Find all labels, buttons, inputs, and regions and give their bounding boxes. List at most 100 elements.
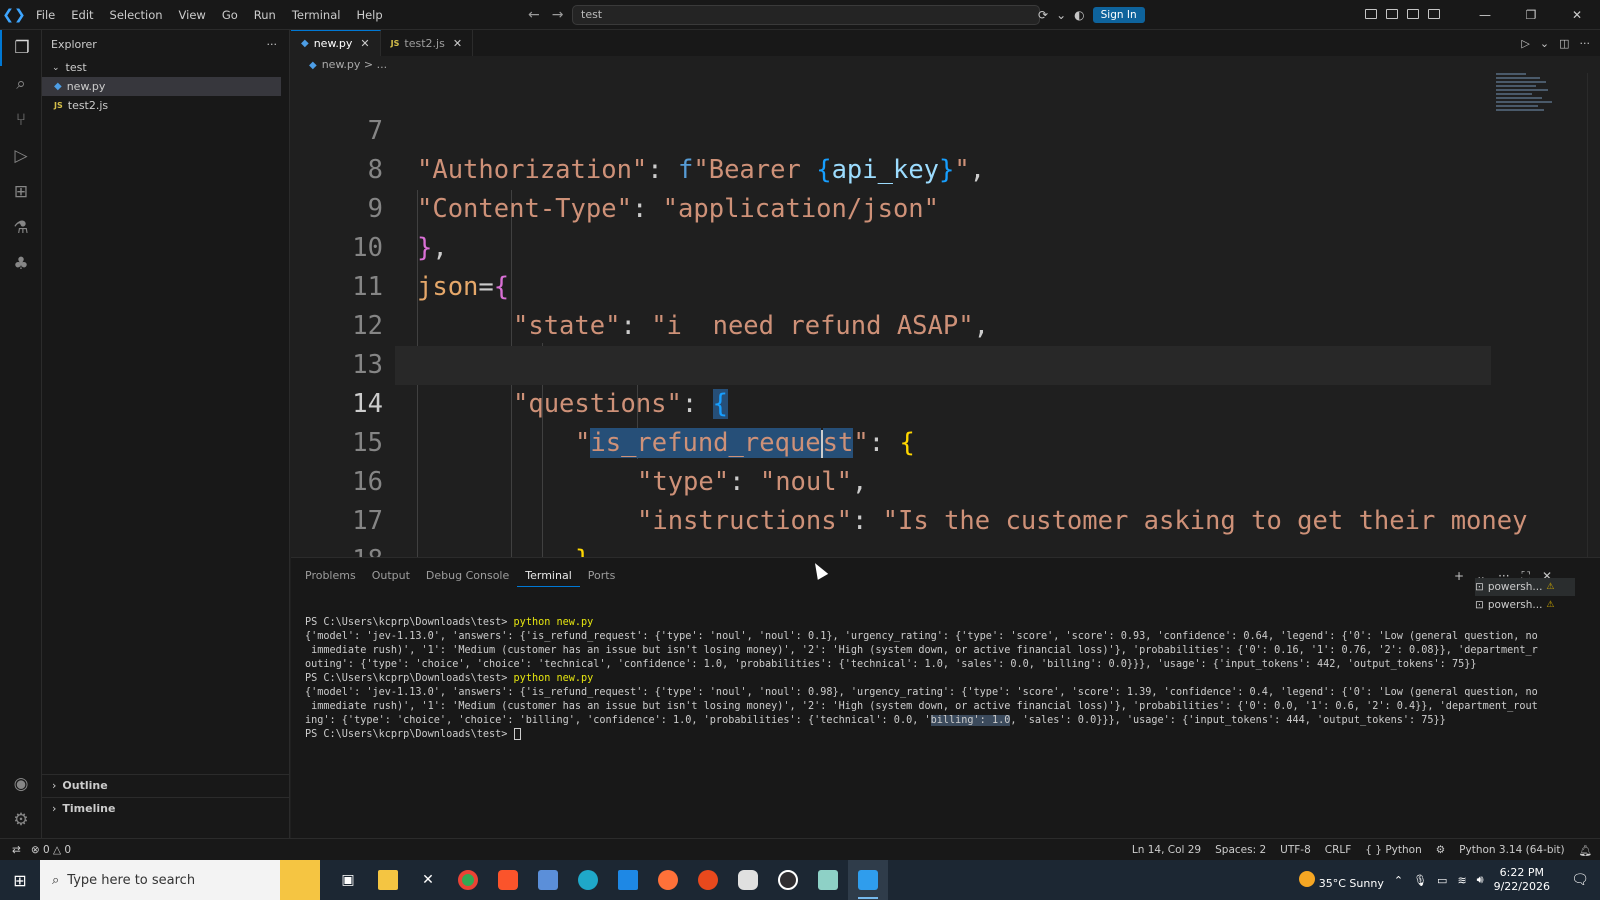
source-control-icon[interactable]: ⑂ xyxy=(0,102,42,138)
edge-icon[interactable] xyxy=(568,860,608,900)
split-editor-icon[interactable]: ◫ xyxy=(1559,37,1569,50)
brave-icon[interactable] xyxy=(488,860,528,900)
code-editor[interactable]: 7 "Authorization": f"Bearer {api_key}", … xyxy=(291,73,1587,557)
gear-icon[interactable]: ⚙ xyxy=(0,802,42,838)
volume-icon[interactable]: 🔊︎ xyxy=(1477,873,1484,887)
tab-problems[interactable]: Problems xyxy=(297,566,364,586)
editor-scrollbar[interactable] xyxy=(1587,73,1600,557)
toggle-sidebar-icon[interactable] xyxy=(1386,9,1398,19)
weather-widget[interactable]: 35°C Sunny xyxy=(1299,870,1384,890)
vscode-taskbar-icon[interactable] xyxy=(848,860,888,900)
display-icon[interactable]: ▭ xyxy=(1437,874,1447,887)
minimap[interactable] xyxy=(1496,73,1556,153)
tab-output[interactable]: Output xyxy=(364,566,418,586)
remote-icon[interactable]: ⇄ xyxy=(12,844,21,856)
notification-icon[interactable]: 🗨︎ xyxy=(1560,872,1600,888)
terminal-entry[interactable]: ⊡ powersh... ⚠ xyxy=(1475,596,1575,614)
x-app-icon[interactable]: ✕ xyxy=(408,860,448,900)
app-icon-cloud[interactable] xyxy=(728,860,768,900)
terminal-line: {'model': 'jev-1.13.0', 'answers': {'is_… xyxy=(305,631,1538,642)
tab-ports[interactable]: Ports xyxy=(580,566,624,586)
menu-selection[interactable]: Selection xyxy=(102,0,171,30)
bottom-panel: Problems Output Debug Console Terminal P… xyxy=(291,557,1600,838)
sign-in-button[interactable]: Sign In xyxy=(1092,7,1145,23)
menu-view[interactable]: View xyxy=(171,0,214,30)
line-ending[interactable]: CRLF xyxy=(1325,844,1352,856)
clock[interactable]: 6:22 PM 9/22/2026 xyxy=(1494,866,1550,894)
run-debug-icon[interactable]: ▷ xyxy=(0,138,42,174)
explorer-icon[interactable]: ❐ xyxy=(0,30,42,66)
file-new-py[interactable]: ◆ new.py xyxy=(42,77,281,96)
copilot-icon[interactable]: ⟳ xyxy=(1038,8,1048,22)
chevron-down-icon[interactable]: ⌄ xyxy=(1056,8,1066,22)
microphone-icon[interactable]: 🎙︎ xyxy=(1413,874,1427,887)
minimize-icon[interactable]: — xyxy=(1462,8,1508,22)
titlebar-right: ⟳ ⌄ ◐ Sign In xyxy=(1038,0,1145,30)
outline-section[interactable]: › Outline xyxy=(42,774,290,796)
code-line: 8 "Content-Type": "application/json" xyxy=(291,112,1587,224)
python-interpreter[interactable]: Python 3.14 (64-bit) xyxy=(1459,844,1565,856)
close-tab-icon[interactable]: ✕ xyxy=(453,37,462,50)
file-test2-js[interactable]: JS test2.js xyxy=(42,96,289,115)
wifi-icon[interactable]: ≋ xyxy=(1457,874,1466,887)
timeline-section[interactable]: › Timeline xyxy=(42,797,290,819)
cursor-position[interactable]: Ln 14, Col 29 xyxy=(1132,844,1201,856)
menu-help[interactable]: Help xyxy=(348,0,390,30)
code-line: 11 "state": "i need refund ASAP", xyxy=(291,229,1587,341)
indentation[interactable]: Spaces: 2 xyxy=(1215,844,1266,856)
terminal-output[interactable]: PS C:\Users\kcprp\Downloads\test> python… xyxy=(305,602,1538,770)
chevron-up-icon[interactable]: ⌃ xyxy=(1394,874,1403,887)
close-tab-icon[interactable]: ✕ xyxy=(360,37,369,50)
close-window-icon[interactable]: ✕ xyxy=(1554,8,1600,22)
store-icon[interactable] xyxy=(608,860,648,900)
chrome-icon[interactable] xyxy=(448,860,488,900)
accounts-icon[interactable]: ◉ xyxy=(0,766,42,802)
copilot-status-icon[interactable]: ⚙ xyxy=(1436,844,1445,856)
taskbar-search[interactable]: ⌕ Type here to search xyxy=(40,860,280,900)
bell-icon[interactable]: 🔔︎ xyxy=(1579,844,1592,857)
run-file-icon[interactable]: ▷ xyxy=(1521,37,1529,50)
app-icon-orange[interactable] xyxy=(688,860,728,900)
chevron-down-icon[interactable]: ⌄ xyxy=(1540,37,1549,50)
more-actions-icon[interactable]: ··· xyxy=(267,38,278,51)
breadcrumb[interactable]: ◆ new.py > ... xyxy=(291,56,1600,74)
search-icon[interactable]: ⌕ xyxy=(0,66,42,102)
menu-file[interactable]: File xyxy=(28,0,63,30)
task-view-icon[interactable]: ▣ xyxy=(328,860,368,900)
windows-start-icon[interactable]: ⊞ xyxy=(0,860,40,900)
problems-status[interactable]: ⊗ 0 △ 0 xyxy=(31,844,71,856)
folder-label: test xyxy=(65,61,87,74)
menu-edit[interactable]: Edit xyxy=(63,0,101,30)
tab-test2-js[interactable]: JS test2.js ✕ xyxy=(380,30,474,56)
new-terminal-icon[interactable]: + xyxy=(1454,569,1464,583)
extensions-icon[interactable]: ⊞ xyxy=(0,174,42,210)
tab-debug-console[interactable]: Debug Console xyxy=(418,566,517,586)
layout-controls xyxy=(1352,8,1462,22)
accounts-globe-icon[interactable]: ◐ xyxy=(1074,8,1084,22)
encoding[interactable]: UTF-8 xyxy=(1280,844,1311,856)
notepad-icon[interactable] xyxy=(528,860,568,900)
terminal-entry[interactable]: ⊡ powersh... ⚠ xyxy=(1475,578,1575,596)
back-arrow-icon[interactable]: ← xyxy=(528,7,540,23)
search-highlight-image[interactable] xyxy=(280,860,320,900)
menu-terminal[interactable]: Terminal xyxy=(284,0,349,30)
folder-test[interactable]: ⌄ test xyxy=(42,58,289,77)
more-actions-icon[interactable]: ··· xyxy=(1580,37,1591,50)
command-center-search[interactable]: test xyxy=(572,5,1040,25)
toggle-panel-icon[interactable] xyxy=(1407,9,1419,19)
file-explorer-icon[interactable] xyxy=(368,860,408,900)
obs-icon[interactable] xyxy=(768,860,808,900)
python-icon[interactable]: ♣ xyxy=(0,246,42,282)
firefox-icon[interactable] xyxy=(648,860,688,900)
language-mode[interactable]: { } Python xyxy=(1365,844,1421,856)
app-icon-feather[interactable] xyxy=(808,860,848,900)
toggle-secondary-sidebar-icon[interactable] xyxy=(1428,9,1440,19)
testing-flask-icon[interactable]: ⚗ xyxy=(0,210,42,246)
menu-run[interactable]: Run xyxy=(246,0,284,30)
restore-icon[interactable]: ❐ xyxy=(1508,8,1554,22)
menu-go[interactable]: Go xyxy=(214,0,246,30)
tab-terminal[interactable]: Terminal xyxy=(517,566,580,587)
forward-arrow-icon[interactable]: → xyxy=(552,7,564,23)
tab-new-py[interactable]: ◆ new.py ✕ xyxy=(291,30,381,56)
layout-customize-icon[interactable] xyxy=(1365,9,1377,19)
